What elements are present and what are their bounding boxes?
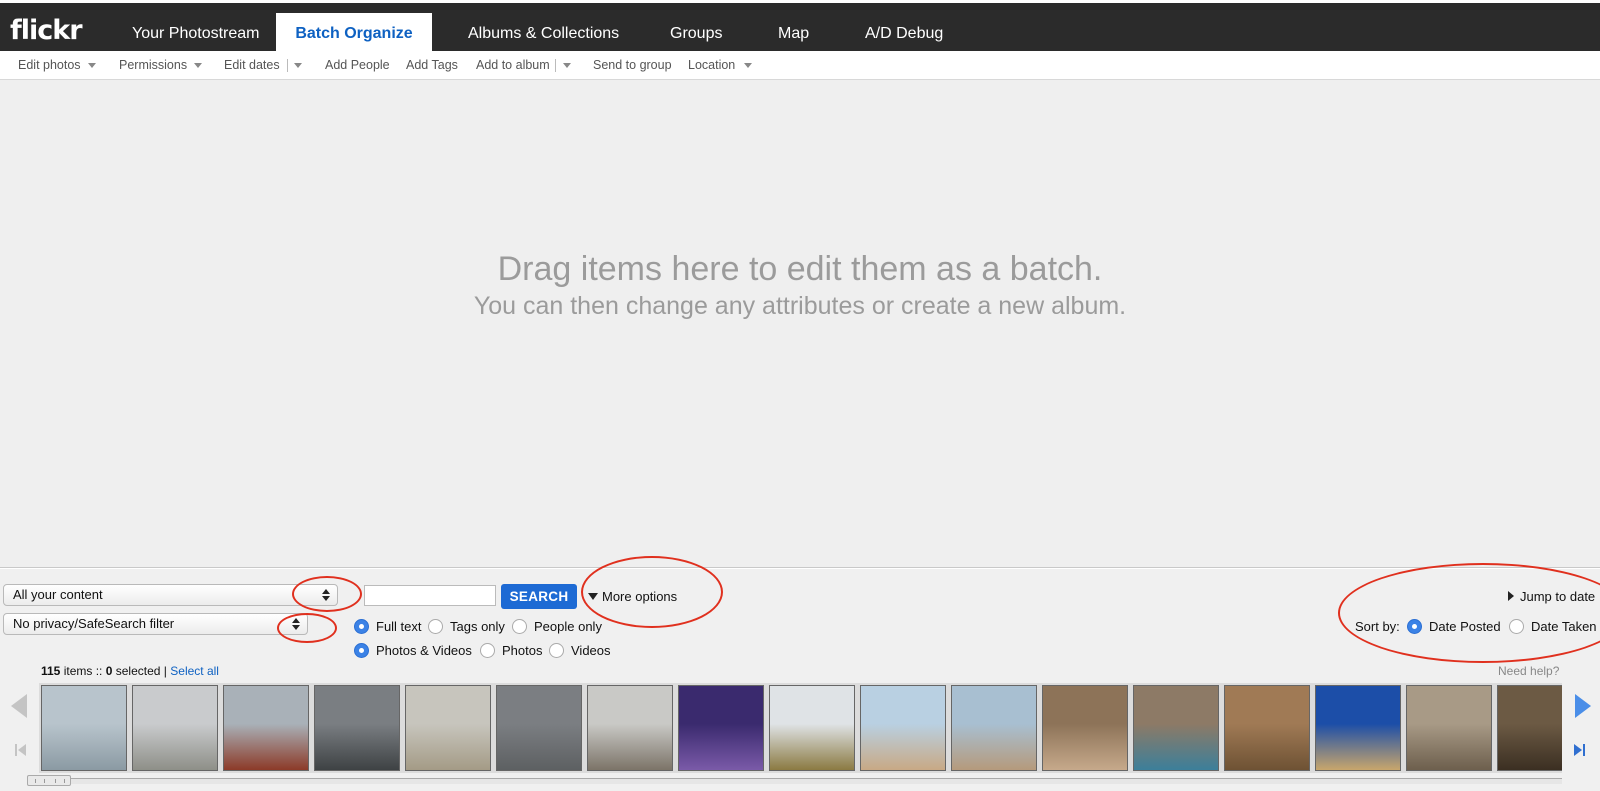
select-arrows-icon: [321, 588, 331, 602]
location-menu[interactable]: Location: [688, 51, 735, 79]
filmstrip: [39, 683, 1562, 773]
jump-to-date-label: Jump to date: [1520, 589, 1596, 604]
triangle-right-icon: [1508, 591, 1514, 601]
location-caret-icon[interactable]: [744, 63, 752, 68]
items-count-label: items ::: [63, 664, 103, 678]
batch-toolbar: Edit photos Permissions Edit dates Add P…: [0, 51, 1600, 80]
radio-videos[interactable]: [549, 643, 564, 658]
dusk-path-thumb[interactable]: [314, 685, 400, 771]
old-boat-thumb[interactable]: [769, 685, 855, 771]
permissions-caret-icon[interactable]: [194, 63, 202, 68]
add-to-album-button[interactable]: Add to album: [476, 51, 550, 79]
jump-to-date-toggle[interactable]: Jump to date: [1508, 589, 1595, 604]
search-button[interactable]: SEARCH: [501, 584, 577, 609]
add-to-album-caret-icon[interactable]: [563, 63, 571, 68]
waves-rock-thumb[interactable]: [860, 685, 946, 771]
add-people-button[interactable]: Add People: [325, 51, 390, 79]
radio-label-tags-only: Tags only: [450, 619, 505, 634]
radio-label-full-text: Full text: [376, 619, 422, 634]
radio-people-only[interactable]: [512, 619, 527, 634]
radio-photos[interactable]: [480, 643, 495, 658]
blue-sky-cliff-thumb[interactable]: [1315, 685, 1401, 771]
filter-select-value: No privacy/SafeSearch filter: [13, 616, 175, 631]
add-tags-button[interactable]: Add Tags: [406, 51, 458, 79]
dropzone-subheading: You can then change any attributes or cr…: [473, 292, 1127, 320]
edit-photos-menu[interactable]: Edit photos: [18, 51, 81, 79]
filmstrip-scrollbar[interactable]: [39, 778, 1562, 784]
radio-date-taken[interactable]: [1509, 619, 1524, 634]
edit-photos-caret-icon[interactable]: [88, 63, 96, 68]
radio-full-text[interactable]: [354, 619, 369, 634]
radio-tags-only[interactable]: [428, 619, 443, 634]
top-nav-bar: flickr Your Photostream Batch Organize A…: [0, 3, 1600, 51]
sun-beach-thumb[interactable]: [587, 685, 673, 771]
filter-select[interactable]: No privacy/SafeSearch filter: [3, 613, 308, 635]
need-help-link[interactable]: Need help?: [1498, 664, 1559, 678]
radio-label-photos: Photos: [502, 643, 543, 658]
radio-label-photos-videos: Photos & Videos: [376, 643, 472, 658]
cloudy-beach-thumb[interactable]: [496, 685, 582, 771]
edit-dates-caret-icon[interactable]: [294, 63, 302, 68]
dunes-thumb[interactable]: [405, 685, 491, 771]
filmstrip-prev-icon[interactable]: [11, 694, 27, 718]
flickr-logo[interactable]: flickr: [10, 15, 83, 46]
select-all-link[interactable]: Select all: [170, 664, 219, 678]
tab-batch-organize[interactable]: Batch Organize: [276, 13, 432, 51]
cave-edge-thumb[interactable]: [1497, 685, 1562, 771]
cliff-water-thumb[interactable]: [1406, 685, 1492, 771]
content-select-value: All your content: [13, 587, 103, 602]
scrollbar-handle[interactable]: [27, 775, 71, 786]
dropzone-heading: Drag items here to edit them as a batch.: [497, 250, 1103, 288]
batch-drop-zone[interactable]: Drag items here to edit them as a batch.…: [0, 80, 1600, 568]
aquarium-thumb[interactable]: [678, 685, 764, 771]
radio-label-people-only: People only: [534, 619, 602, 634]
radio-label-date-posted: Date Posted: [1429, 619, 1501, 634]
tab-albums-collections[interactable]: Albums & Collections: [468, 3, 619, 51]
triangle-down-icon: [588, 593, 598, 600]
content-select[interactable]: All your content: [3, 584, 338, 606]
permissions-menu[interactable]: Permissions: [119, 51, 187, 79]
ferry-boat-thumb[interactable]: [41, 685, 127, 771]
toolbar-divider: [287, 59, 288, 72]
more-options-toggle[interactable]: More options: [588, 589, 677, 604]
items-count: 115 items :: 0 selected | Select all: [41, 664, 219, 678]
cave-arch-thumb[interactable]: [1224, 685, 1310, 771]
filmstrip-next-icon[interactable]: [1575, 694, 1591, 718]
tab-ad-debug[interactable]: A/D Debug: [865, 3, 943, 51]
more-options-label: More options: [602, 589, 678, 604]
edit-dates-menu[interactable]: Edit dates: [224, 51, 280, 79]
lighthouse-thumb[interactable]: [223, 685, 309, 771]
radio-label-videos: Videos: [571, 643, 611, 658]
tab-map[interactable]: Map: [778, 3, 809, 51]
items-count-number: 115: [41, 664, 61, 678]
selected-count-number: 0: [105, 664, 113, 678]
search-input[interactable]: [364, 585, 496, 606]
tab-groups[interactable]: Groups: [670, 3, 722, 51]
send-to-group-button[interactable]: Send to group: [593, 51, 672, 79]
filmstrip-last-icon[interactable]: [1574, 744, 1585, 756]
sea-cave-thumb[interactable]: [1042, 685, 1128, 771]
blue-cave-thumb[interactable]: [1133, 685, 1219, 771]
filmstrip-first-icon[interactable]: [15, 744, 26, 756]
selected-count-label: selected: [115, 664, 161, 678]
radio-label-date-taken: Date Taken: [1531, 619, 1597, 634]
radio-date-posted[interactable]: [1407, 619, 1422, 634]
status-separator: |: [163, 664, 167, 678]
toolbar-divider: [555, 59, 556, 72]
radio-photos-videos[interactable]: [354, 643, 369, 658]
waves-beach-thumb[interactable]: [951, 685, 1037, 771]
beach-grey-thumb[interactable]: [132, 685, 218, 771]
sort-by-label: Sort by:: [1355, 619, 1400, 634]
tab-your-photostream[interactable]: Your Photostream: [132, 3, 259, 51]
select-arrows-icon: [291, 617, 301, 631]
